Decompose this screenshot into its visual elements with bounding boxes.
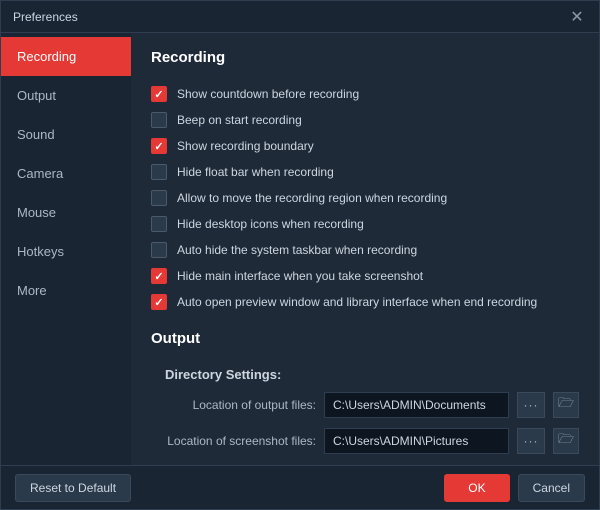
title-bar: Preferences ✕ [1, 1, 599, 33]
output-files-folder-button[interactable]: 🗁 [553, 392, 579, 418]
checkbox-countdown[interactable] [151, 86, 167, 102]
checkbox-row-main-interface: Hide main interface when you take screen… [151, 268, 579, 284]
output-files-row: Location of output files: ··· 🗁 [151, 392, 579, 418]
checkbox-boundary[interactable] [151, 138, 167, 154]
checkbox-auto-open[interactable] [151, 294, 167, 310]
screenshot-files-row: Location of screenshot files: ··· 🗁 [151, 428, 579, 454]
checkbox-row-auto-open: Auto open preview window and library int… [151, 294, 579, 310]
screenshot-files-dots-button[interactable]: ··· [517, 428, 545, 454]
checkbox-main-interface[interactable] [151, 268, 167, 284]
cancel-button[interactable]: Cancel [518, 474, 585, 502]
sidebar-item-hotkeys[interactable]: Hotkeys [1, 232, 131, 271]
checkbox-label-move-region: Allow to move the recording region when … [177, 191, 447, 205]
sidebar-item-camera[interactable]: Camera [1, 154, 131, 193]
sidebar-item-output[interactable]: Output [1, 76, 131, 115]
directory-settings-label: Directory Settings: [151, 367, 579, 382]
checkbox-row-move-region: Allow to move the recording region when … [151, 190, 579, 206]
reset-to-default-button[interactable]: Reset to Default [15, 474, 131, 502]
sidebar-item-sound[interactable]: Sound [1, 115, 131, 154]
checkbox-label-auto-open: Auto open preview window and library int… [177, 295, 537, 309]
sidebar-item-recording[interactable]: Recording [1, 37, 131, 76]
screenshot-files-input[interactable] [324, 428, 509, 454]
ok-button[interactable]: OK [444, 474, 509, 502]
checkbox-move-region[interactable] [151, 190, 167, 206]
output-files-dots-button[interactable]: ··· [517, 392, 545, 418]
screenshot-files-folder-button[interactable]: 🗁 [553, 428, 579, 454]
title-bar-text: Preferences [13, 10, 78, 24]
checkbox-row-countdown: Show countdown before recording [151, 86, 579, 102]
checkbox-row-beep: Beep on start recording [151, 112, 579, 128]
sidebar: Recording Output Sound Camera Mouse Hotk… [1, 33, 131, 465]
checkbox-taskbar[interactable] [151, 242, 167, 258]
footer: Reset to Default OK Cancel [1, 465, 599, 509]
output-files-input[interactable] [324, 392, 509, 418]
checkbox-row-boundary: Show recording boundary [151, 138, 579, 154]
checkbox-desktop-icons[interactable] [151, 216, 167, 232]
checkbox-label-countdown: Show countdown before recording [177, 87, 359, 101]
output-section: Output Directory Settings: Location of o… [151, 330, 579, 465]
recording-section-title: Recording [151, 49, 579, 72]
output-section-title: Output [151, 330, 579, 353]
footer-right-buttons: OK Cancel [444, 474, 585, 502]
checkbox-float-bar[interactable] [151, 164, 167, 180]
sidebar-item-more[interactable]: More [1, 271, 131, 310]
screenshot-files-label: Location of screenshot files: [151, 434, 316, 448]
preferences-dialog: Preferences ✕ Recording Output Sound Cam… [0, 0, 600, 510]
checkbox-label-main-interface: Hide main interface when you take screen… [177, 269, 423, 283]
close-button[interactable]: ✕ [567, 7, 587, 27]
checkbox-label-beep: Beep on start recording [177, 113, 302, 127]
main-content: Recording Show countdown before recordin… [131, 33, 599, 465]
content-area: Recording Output Sound Camera Mouse Hotk… [1, 33, 599, 465]
checkbox-label-desktop-icons: Hide desktop icons when recording [177, 217, 364, 231]
checkbox-row-taskbar: Auto hide the system taskbar when record… [151, 242, 579, 258]
checkbox-row-float-bar: Hide float bar when recording [151, 164, 579, 180]
checkbox-label-float-bar: Hide float bar when recording [177, 165, 334, 179]
directory-settings: Directory Settings: Location of output f… [151, 367, 579, 454]
output-files-label: Location of output files: [151, 398, 316, 412]
sidebar-item-mouse[interactable]: Mouse [1, 193, 131, 232]
checkbox-label-boundary: Show recording boundary [177, 139, 314, 153]
checkbox-label-taskbar: Auto hide the system taskbar when record… [177, 243, 417, 257]
checkbox-beep[interactable] [151, 112, 167, 128]
checkbox-row-desktop-icons: Hide desktop icons when recording [151, 216, 579, 232]
